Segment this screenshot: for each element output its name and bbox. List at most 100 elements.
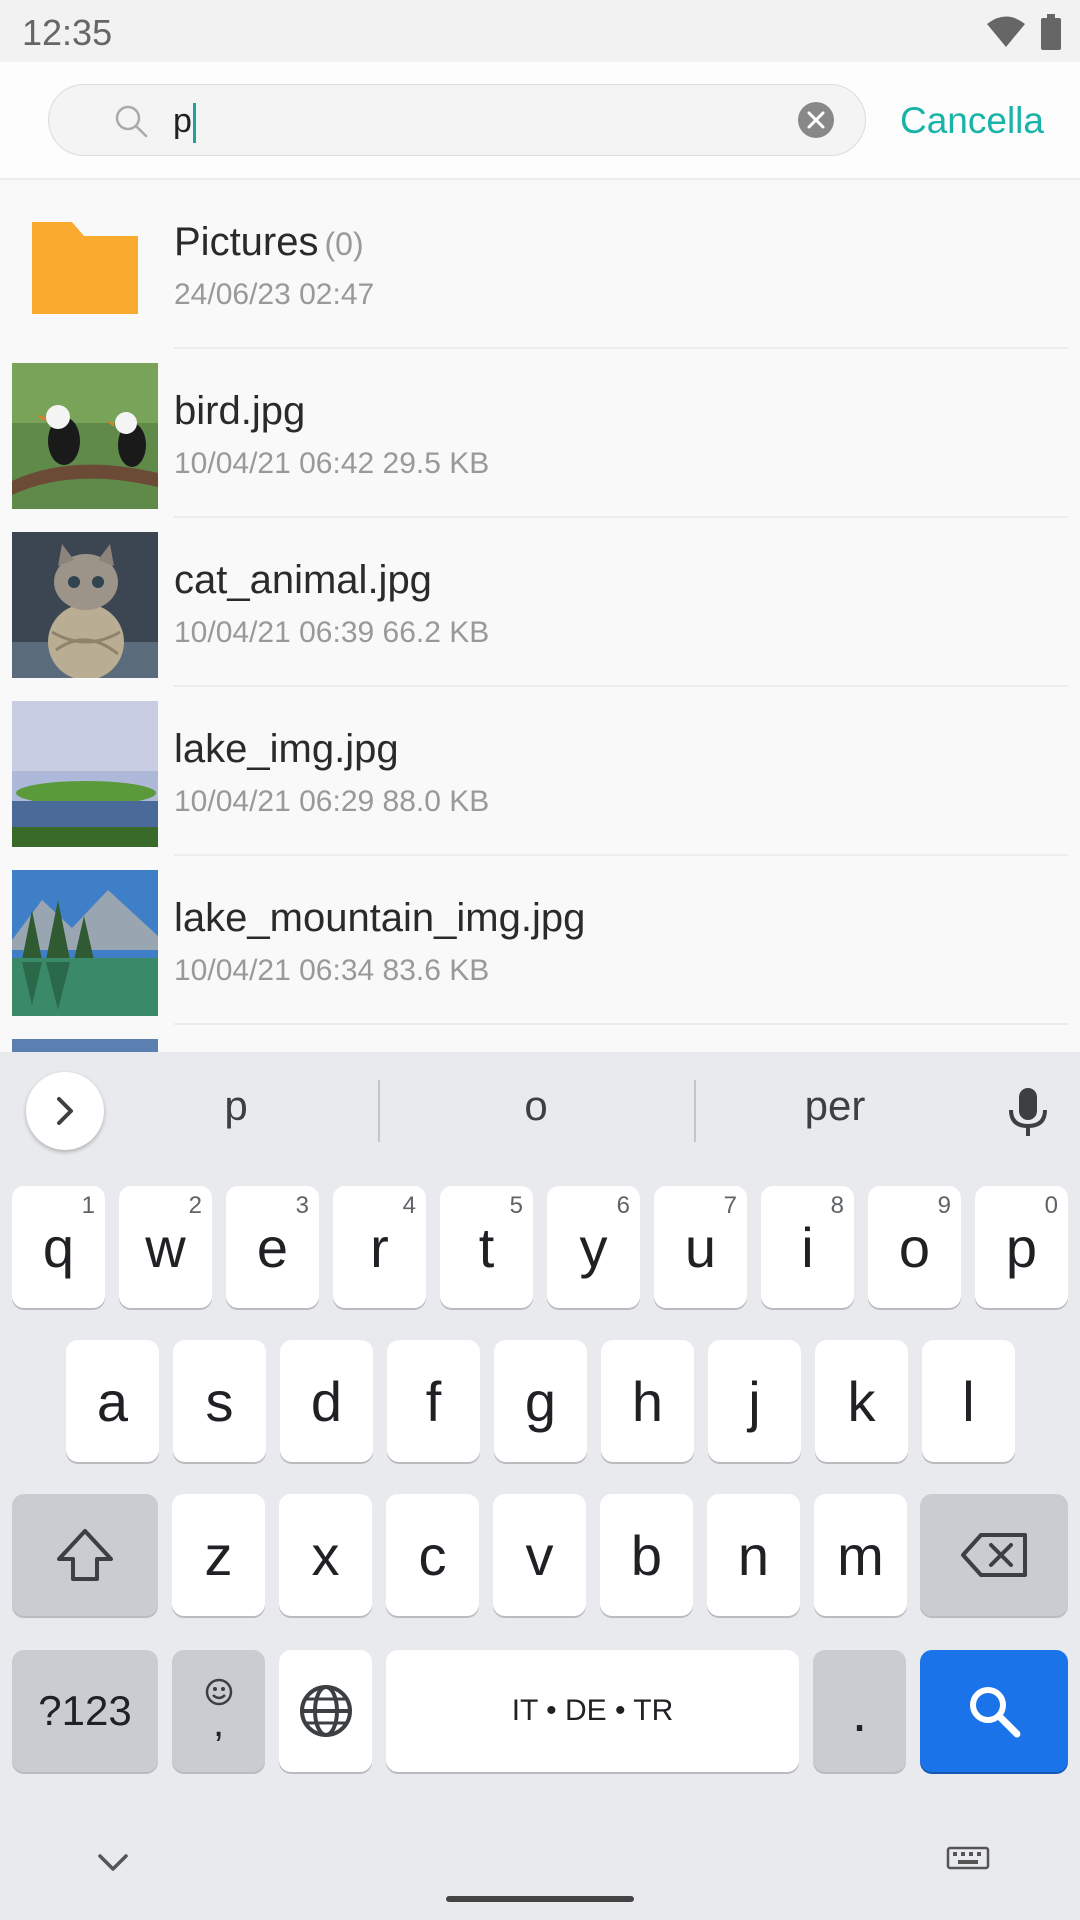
language-key[interactable]	[279, 1650, 372, 1772]
file-name: lake_mountain_img.jpg	[174, 896, 586, 940]
key-label: v	[525, 1523, 554, 1587]
key-label: c	[418, 1523, 447, 1587]
key-hint: 5	[509, 1192, 523, 1219]
list-item-file[interactable]: cat_animal.jpg 10/04/21 06:39 66.2 KB	[0, 518, 1080, 687]
suggestion[interactable]: p	[136, 1082, 336, 1130]
search-key[interactable]	[920, 1650, 1068, 1772]
key-label: l	[962, 1369, 975, 1433]
key-w[interactable]: w2	[119, 1186, 212, 1308]
file-name: bird.jpg	[174, 389, 306, 433]
battery-icon	[1041, 14, 1061, 50]
key-label: e	[256, 1215, 289, 1279]
key-c[interactable]: c	[386, 1494, 479, 1616]
key-g[interactable]: g	[494, 1340, 587, 1462]
key-label: g	[524, 1369, 557, 1433]
key-hint: 0	[1044, 1192, 1058, 1219]
list-item-folder[interactable]: Pictures (0) 24/06/23 02:47	[0, 180, 1080, 349]
key-label: d	[310, 1369, 343, 1433]
suggestion[interactable]: o	[436, 1082, 636, 1130]
list-item-file[interactable]: bird.jpg 10/04/21 06:42 29.5 KB	[0, 349, 1080, 518]
folder-name: Pictures	[174, 220, 319, 264]
chevron-down-icon[interactable]	[96, 1850, 130, 1874]
file-list: Pictures (0) 24/06/23 02:47 bird.jpg 10/0…	[0, 178, 1080, 1052]
key-hint: 8	[830, 1192, 844, 1219]
key-label: p	[1005, 1215, 1038, 1279]
keyboard: p o per q1w2e3r4t5y6u7i8o9p0 asdfghjkl z…	[0, 1052, 1080, 1920]
key-hint: 1	[81, 1192, 95, 1219]
shift-icon	[57, 1529, 113, 1581]
key-d[interactable]: d	[280, 1340, 373, 1462]
key-hint: 3	[295, 1192, 309, 1219]
key-label: m	[837, 1523, 884, 1587]
status-time: 12:35	[22, 12, 113, 53]
key-label: r	[370, 1215, 389, 1279]
suggestion-separator	[378, 1080, 380, 1142]
folder-count: (0)	[324, 226, 364, 262]
key-u[interactable]: u7	[654, 1186, 747, 1308]
key-k[interactable]: k	[815, 1340, 908, 1462]
key-label: n	[737, 1523, 770, 1587]
home-indicator[interactable]	[446, 1896, 634, 1902]
key-label: a	[96, 1369, 129, 1433]
text-caret	[192, 103, 196, 144]
key-q[interactable]: q1	[12, 1186, 105, 1308]
key-p[interactable]: p0	[975, 1186, 1068, 1308]
key-a[interactable]: a	[66, 1340, 159, 1462]
key-n[interactable]: n	[707, 1494, 800, 1616]
key-label: x	[311, 1523, 340, 1587]
partial-thumbnail	[12, 1039, 158, 1052]
key-label: t	[478, 1215, 495, 1279]
key-label: j	[748, 1369, 761, 1433]
suggestion[interactable]: per	[735, 1082, 935, 1130]
key-s[interactable]: s	[173, 1340, 266, 1462]
clear-icon[interactable]	[797, 101, 835, 139]
key-h[interactable]: h	[601, 1340, 694, 1462]
key-label: y	[579, 1215, 608, 1279]
key-label: f	[425, 1369, 442, 1433]
suggestion-separator	[694, 1080, 696, 1142]
list-item-file-partial[interactable]	[0, 1025, 1080, 1052]
key-hint: 2	[188, 1192, 202, 1219]
file-name: cat_animal.jpg	[174, 558, 432, 602]
key-i[interactable]: i8	[761, 1186, 854, 1308]
backspace-icon	[961, 1533, 1027, 1577]
search-query-text: p	[173, 102, 192, 140]
key-label: o	[898, 1215, 931, 1279]
key-b[interactable]: b	[600, 1494, 693, 1616]
key-r[interactable]: r4	[333, 1186, 426, 1308]
key-z[interactable]: z	[172, 1494, 265, 1616]
keyboard-icon[interactable]	[946, 1846, 990, 1874]
wifi-icon	[987, 16, 1025, 47]
list-item-file[interactable]: lake_mountain_img.jpg 10/04/21 06:34 83.…	[0, 856, 1080, 1025]
comma-label: ,	[212, 1701, 225, 1745]
file-name: lake_img.jpg	[174, 727, 399, 771]
period-key[interactable]: .	[813, 1650, 906, 1772]
expand-toolbar-button[interactable]	[26, 1072, 104, 1150]
key-e[interactable]: e3	[226, 1186, 319, 1308]
microphone-icon[interactable]	[1002, 1086, 1054, 1138]
key-x[interactable]: x	[279, 1494, 372, 1616]
key-o[interactable]: o9	[868, 1186, 961, 1308]
emoji-comma-key[interactable]: ,	[172, 1650, 265, 1772]
status-icons	[986, 14, 1062, 50]
key-label: w	[145, 1215, 186, 1279]
key-j[interactable]: j	[708, 1340, 801, 1462]
key-label: s	[205, 1369, 234, 1433]
key-f[interactable]: f	[387, 1340, 480, 1462]
key-l[interactable]: l	[922, 1340, 1015, 1462]
cancel-button[interactable]: Cancella	[900, 100, 1044, 142]
key-v[interactable]: v	[493, 1494, 586, 1616]
file-meta: 10/04/21 06:29 88.0 KB	[174, 785, 490, 818]
symbols-key[interactable]: ?123	[12, 1650, 158, 1772]
backspace-key[interactable]	[920, 1494, 1068, 1616]
list-item-file[interactable]: lake_img.jpg 10/04/21 06:29 88.0 KB	[0, 687, 1080, 856]
key-label: b	[630, 1523, 663, 1587]
space-key[interactable]: IT • DE • TR	[386, 1650, 799, 1772]
shift-key[interactable]	[12, 1494, 158, 1616]
chevron-right-icon	[57, 1097, 73, 1125]
key-m[interactable]: m	[814, 1494, 907, 1616]
key-y[interactable]: y6	[547, 1186, 640, 1308]
key-hint: 7	[723, 1192, 737, 1219]
search-input[interactable]: p	[48, 84, 866, 156]
key-t[interactable]: t5	[440, 1186, 533, 1308]
